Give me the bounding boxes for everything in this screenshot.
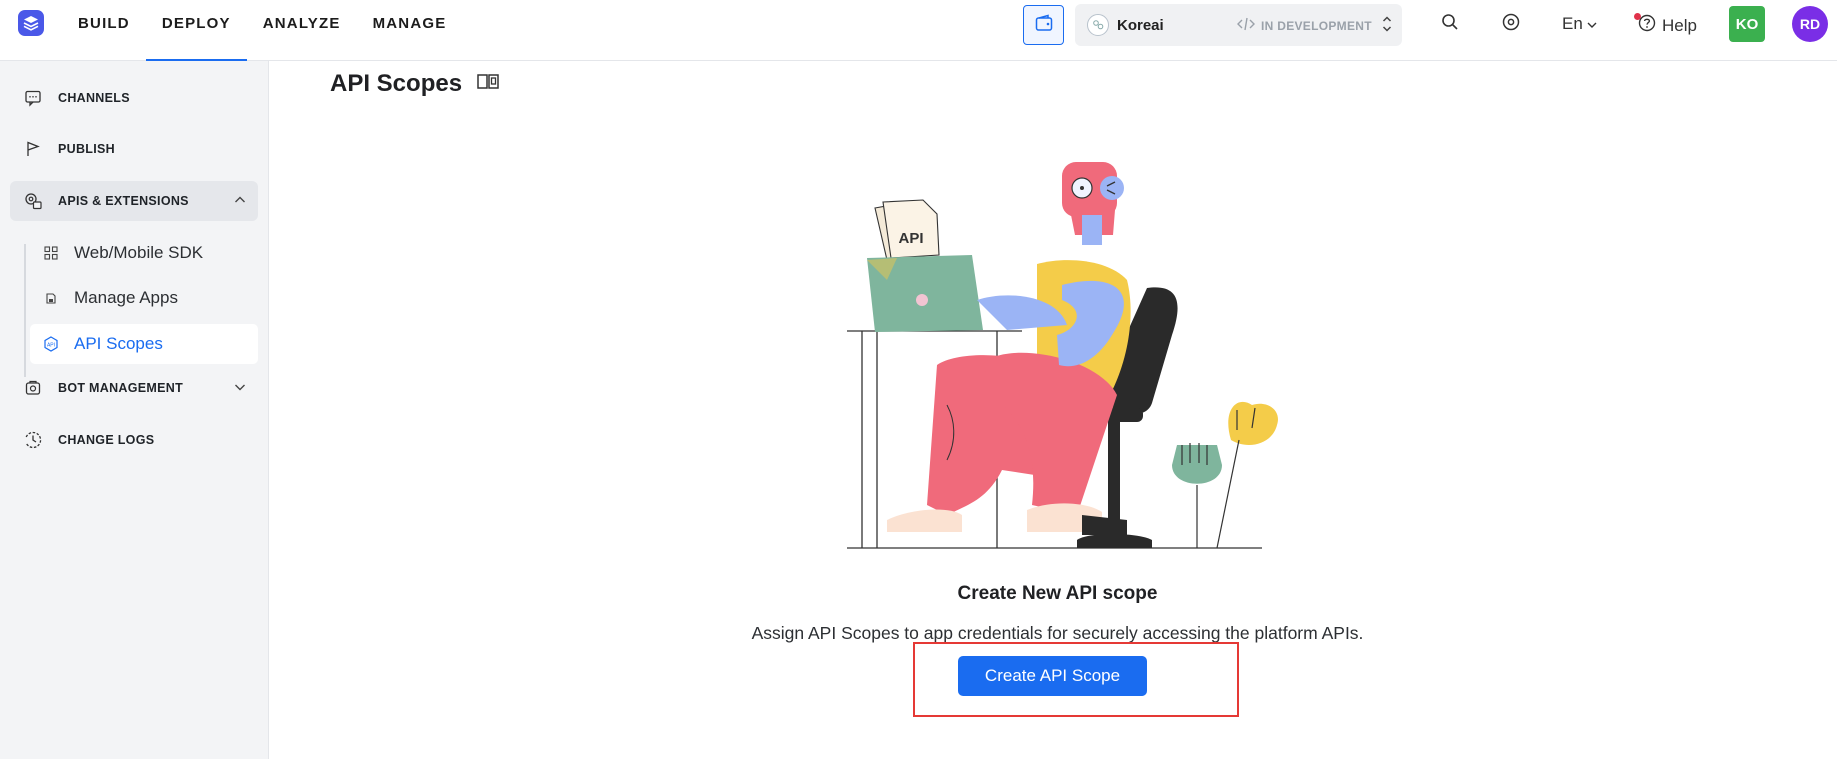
nav-manage[interactable]: MANAGE bbox=[357, 0, 463, 61]
sidebar-item-label: APIS & EXTENSIONS bbox=[58, 194, 189, 208]
grid-icon bbox=[42, 244, 60, 262]
help-button[interactable]: Help bbox=[1634, 13, 1697, 37]
app-status-label: IN DEVELOPMENT bbox=[1261, 18, 1372, 33]
sidebar-item-change-logs[interactable]: CHANGE LOGS bbox=[10, 420, 258, 460]
illustration-api-label: API bbox=[898, 230, 923, 247]
empty-state-description: Assign API Scopes to app credentials for… bbox=[751, 623, 1364, 643]
submenu-guide-line bbox=[24, 244, 26, 377]
sidebar-item-api-scopes[interactable]: API API Scopes bbox=[30, 324, 258, 364]
settings-button[interactable] bbox=[1497, 10, 1525, 38]
help-label: Help bbox=[1662, 15, 1697, 35]
nav-build[interactable]: BUILD bbox=[62, 0, 146, 61]
chevron-down-icon bbox=[234, 381, 246, 396]
sidebar-item-label: CHANNELS bbox=[58, 91, 130, 105]
flag-icon bbox=[22, 138, 44, 160]
nav-analyze[interactable]: ANALYZE bbox=[247, 0, 357, 61]
sidebar-item-manage-apps[interactable]: Manage Apps bbox=[30, 278, 258, 318]
book-icon[interactable] bbox=[476, 70, 500, 98]
page-title: API Scopes bbox=[330, 70, 500, 98]
sub-item-label: API Scopes bbox=[74, 334, 163, 353]
sidebar-item-bot-management[interactable]: BOT MANAGEMENT bbox=[10, 368, 258, 408]
code-icon bbox=[1237, 17, 1255, 34]
nav-deploy[interactable]: DEPLOY bbox=[145, 0, 247, 61]
workspace-avatar[interactable]: KO bbox=[1729, 6, 1765, 42]
chevron-updown-icon bbox=[1382, 15, 1392, 38]
clock-history-icon bbox=[22, 429, 44, 451]
sidebar-item-label: CHANGE LOGS bbox=[58, 433, 155, 447]
sidebar-item-web-mobile-sdk[interactable]: Web/Mobile SDK bbox=[30, 233, 258, 273]
top-bar: BUILD DEPLOY ANALYZE MANAGE Koreai IN DE… bbox=[0, 0, 1837, 61]
bot-icon bbox=[22, 377, 44, 399]
sub-item-label: Manage Apps bbox=[74, 288, 178, 307]
main-nav: BUILD DEPLOY ANALYZE MANAGE bbox=[62, 0, 462, 61]
notification-dot bbox=[1634, 13, 1641, 20]
search-icon bbox=[1441, 13, 1459, 36]
chat-bubble-icon bbox=[22, 87, 44, 109]
page-title-text: API Scopes bbox=[330, 70, 463, 97]
search-button[interactable] bbox=[1436, 10, 1464, 38]
chevron-down-icon bbox=[1587, 14, 1597, 34]
chevron-up-icon bbox=[234, 194, 246, 209]
empty-state-illustration: API bbox=[847, 162, 1278, 549]
api-scope-icon: API bbox=[42, 335, 60, 353]
sidebar-item-apis-extensions[interactable]: APIS & EXTENSIONS bbox=[10, 181, 258, 221]
user-avatar[interactable]: RD bbox=[1792, 6, 1828, 42]
wallet-icon bbox=[1034, 13, 1054, 38]
svg-text:API: API bbox=[47, 342, 55, 348]
sidebar-item-label: BOT MANAGEMENT bbox=[58, 381, 184, 395]
target-icon bbox=[1502, 13, 1520, 36]
app-logo-icon[interactable] bbox=[18, 10, 44, 36]
sidebar-item-publish[interactable]: PUBLISH bbox=[10, 129, 258, 169]
sidebar-item-channels[interactable]: CHANNELS bbox=[10, 78, 258, 118]
empty-state-title: Create New API scope bbox=[957, 583, 1158, 604]
app-status: IN DEVELOPMENT bbox=[1237, 17, 1372, 34]
language-selector[interactable]: En bbox=[1562, 14, 1597, 34]
app-switcher[interactable]: Koreai IN DEVELOPMENT bbox=[1075, 4, 1402, 46]
app-avatar-icon bbox=[1087, 14, 1109, 36]
create-api-scope-button[interactable]: Create API Scope bbox=[958, 656, 1147, 696]
sub-item-label: Web/Mobile SDK bbox=[74, 243, 204, 262]
api-gear-icon bbox=[22, 190, 44, 212]
sidebar: CHANNELS PUBLISH APIS & EXTENSIONS Web/M… bbox=[0, 61, 269, 759]
wallet-button[interactable] bbox=[1023, 5, 1064, 45]
language-label: En bbox=[1562, 14, 1583, 33]
app-name: Koreai bbox=[1117, 16, 1164, 34]
sidebar-item-label: PUBLISH bbox=[58, 142, 115, 156]
apps-icon bbox=[42, 289, 60, 307]
